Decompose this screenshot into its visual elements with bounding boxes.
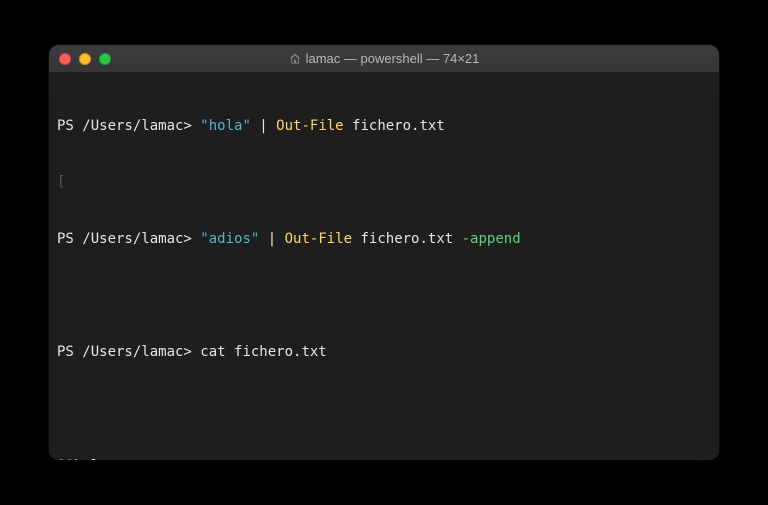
prompt-text: PS /Users/lamac> bbox=[57, 118, 200, 134]
string-literal: "hola" bbox=[200, 118, 251, 134]
home-icon bbox=[289, 53, 301, 65]
string-literal: "adios" bbox=[200, 231, 259, 247]
close-icon[interactable] bbox=[59, 53, 71, 65]
cmdlet-name: Out-File bbox=[285, 231, 352, 247]
terminal-blank-line bbox=[57, 287, 711, 306]
window-titlebar: lamac — powershell — 74×21 bbox=[49, 45, 719, 73]
prompt-text: PS /Users/lamac> bbox=[57, 231, 200, 247]
window-title-text: lamac — powershell — 74×21 bbox=[306, 51, 480, 66]
terminal-blank-line: [ bbox=[57, 173, 711, 192]
terminal-line: PS /Users/lamac> "hola" | Out-File fiche… bbox=[57, 117, 711, 136]
terminal-body[interactable]: PS /Users/lamac> "hola" | Out-File fiche… bbox=[49, 73, 719, 460]
command-argument: fichero.txt bbox=[352, 231, 462, 247]
terminal-output: ??hola bbox=[57, 457, 711, 460]
cmdlet-name: Out-File bbox=[276, 118, 343, 134]
command-argument: fichero.txt bbox=[344, 118, 445, 134]
terminal-line: PS /Users/lamac> "adios" | Out-File fich… bbox=[57, 230, 711, 249]
pipe-operator: | bbox=[251, 118, 276, 134]
pipe-operator: | bbox=[259, 231, 284, 247]
zoom-icon[interactable] bbox=[99, 53, 111, 65]
terminal-window: lamac — powershell — 74×21 PS /Users/lam… bbox=[49, 45, 719, 460]
window-title: lamac — powershell — 74×21 bbox=[49, 51, 719, 66]
traffic-lights bbox=[59, 53, 111, 65]
terminal-line: PS /Users/lamac> cat fichero.txt bbox=[57, 343, 711, 362]
command-flag: -append bbox=[462, 231, 521, 247]
terminal-blank-line bbox=[57, 400, 711, 419]
prompt-text: PS /Users/lamac> bbox=[57, 344, 200, 360]
command-text: cat fichero.txt bbox=[200, 344, 326, 360]
minimize-icon[interactable] bbox=[79, 53, 91, 65]
